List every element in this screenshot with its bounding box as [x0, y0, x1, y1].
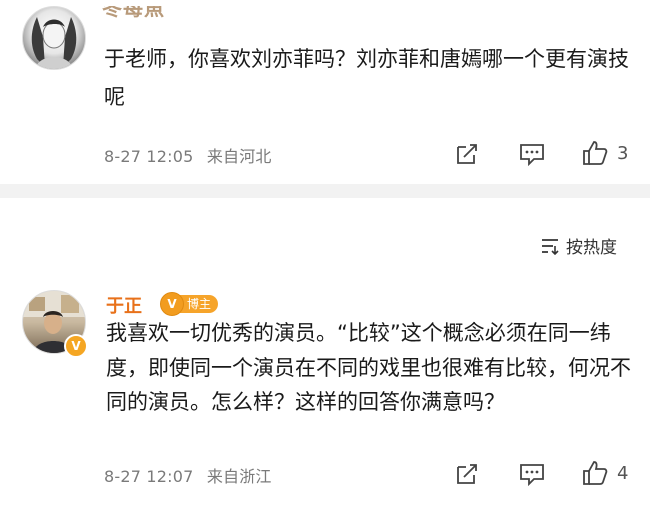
share-button[interactable] — [454, 141, 480, 171]
like-button[interactable]: 3 — [581, 139, 629, 167]
sort-by-hot-button[interactable]: 按热度 — [540, 233, 617, 258]
username-partial[interactable]: 冬每魚 — [102, 6, 165, 20]
section-divider — [0, 184, 650, 198]
comment-button[interactable] — [518, 141, 546, 171]
comment-location: 来自河北 — [206, 147, 272, 166]
username[interactable]: 于正 — [106, 292, 142, 318]
comment-time: 8-27 12:05 — [104, 147, 194, 166]
comment-meta: 8-27 12:05 来自河北 — [104, 143, 272, 167]
avatar-illustration — [31, 17, 77, 69]
share-button[interactable] — [454, 461, 480, 491]
like-count: 3 — [617, 142, 629, 164]
comment-button[interactable] — [518, 461, 546, 491]
like-icon — [583, 461, 608, 485]
author-medal-icon: V — [160, 292, 184, 316]
sort-label: 按热度 — [566, 238, 617, 258]
user-avatar[interactable] — [22, 6, 86, 70]
share-icon — [457, 464, 477, 484]
like-button[interactable]: 4 — [581, 459, 629, 487]
comment-time: 8-27 12:07 — [104, 467, 194, 486]
share-icon — [457, 144, 477, 164]
like-icon — [583, 141, 608, 165]
like-count: 4 — [617, 462, 629, 484]
comment-icon — [520, 144, 544, 167]
comment-text: 于老师，你喜欢刘亦菲吗？刘亦菲和唐嫣哪一个更有演技呢 — [104, 47, 629, 109]
sort-icon — [542, 238, 559, 255]
comment-text: 我喜欢一切优秀的演员。“比较”这个概念必须在同一纬度，即使同一个演员在不同的戏里… — [106, 321, 631, 414]
verified-v-icon: V — [64, 334, 88, 358]
comment-icon — [520, 464, 544, 487]
author-badge: V 博主 — [160, 292, 219, 316]
comment-meta: 8-27 12:07 来自浙江 — [104, 463, 272, 487]
comment-location: 来自浙江 — [206, 467, 272, 486]
